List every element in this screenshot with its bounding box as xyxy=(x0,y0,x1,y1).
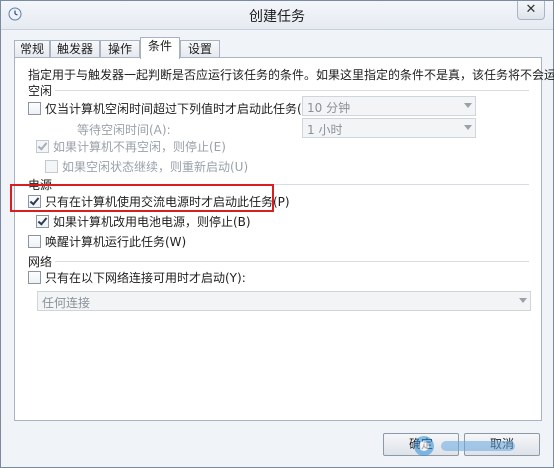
chevron-down-icon xyxy=(519,298,527,303)
tab-triggers[interactable]: 触发器 xyxy=(50,40,100,58)
wake-computer-checkbox[interactable] xyxy=(28,235,41,248)
restart-idle-label: 如果空闲状态继续，则重新启动(U) xyxy=(62,160,249,174)
chevron-down-icon xyxy=(464,103,472,108)
create-task-dialog: 创建任务 ✕ 常规 触发器 操作 条件 设置 指定用于与触发器一起判断是否应运行… xyxy=(0,0,554,468)
dialog-title: 创建任务 xyxy=(249,9,305,25)
network-divider xyxy=(55,261,529,262)
tab-conditions[interactable]: 条件 xyxy=(140,37,180,59)
network-only-label: 只有在以下网络连接可用时才启动(Y): xyxy=(45,271,246,285)
wake-computer-label: 唤醒计算机运行此任务(W) xyxy=(45,235,187,249)
tab-general[interactable]: 常规 xyxy=(14,40,50,58)
tab-settings[interactable]: 设置 xyxy=(180,40,220,58)
conditions-panel: 指定用于与触发器一起判断是否应运行该任务的条件。如果这里指定的条件不是真，该任务… xyxy=(14,57,554,421)
network-connection-select[interactable]: 任何连接 xyxy=(37,291,531,311)
idle-wait-select[interactable]: 1 小时 xyxy=(302,118,476,138)
idle-wait-value: 1 小时 xyxy=(307,123,343,137)
tab-actions[interactable]: 操作 xyxy=(100,40,140,58)
chevron-down-icon xyxy=(464,125,472,130)
restart-idle-checkbox[interactable] xyxy=(45,160,58,173)
network-connection-value: 任何连接 xyxy=(42,296,91,310)
idle-duration-select[interactable]: 10 分钟 xyxy=(302,96,476,116)
network-only-checkbox[interactable] xyxy=(28,271,41,284)
ac-power-highlight-box xyxy=(10,184,274,212)
watermark-logo xyxy=(414,436,515,456)
network-section-label: 网络 xyxy=(28,255,53,269)
stop-if-not-idle-checkbox[interactable] xyxy=(36,140,49,153)
idle-duration-value: 10 分钟 xyxy=(307,101,351,115)
idle-start-checkbox[interactable] xyxy=(28,102,41,115)
stop-on-battery-checkbox[interactable] xyxy=(36,215,49,228)
stop-if-not-idle-label: 如果计算机不再空闲，则停止(E) xyxy=(53,140,226,154)
idle-start-label: 仅当计算机空闲时间超过下列值时才启动此任务(C): xyxy=(45,102,319,116)
idle-section-label: 空闲 xyxy=(28,84,53,98)
idle-wait-label: 等待空闲时间(A): xyxy=(77,123,171,137)
idle-divider xyxy=(55,90,529,91)
intro-text: 指定用于与触发器一起判断是否应运行该任务的条件。如果这里指定的条件不是真，该任务… xyxy=(28,68,554,82)
title-bar: 创建任务 ✕ xyxy=(1,1,553,30)
stop-on-battery-label: 如果计算机改用电池电源，则停止(B) xyxy=(53,215,251,229)
close-button[interactable]: ✕ xyxy=(517,1,545,20)
